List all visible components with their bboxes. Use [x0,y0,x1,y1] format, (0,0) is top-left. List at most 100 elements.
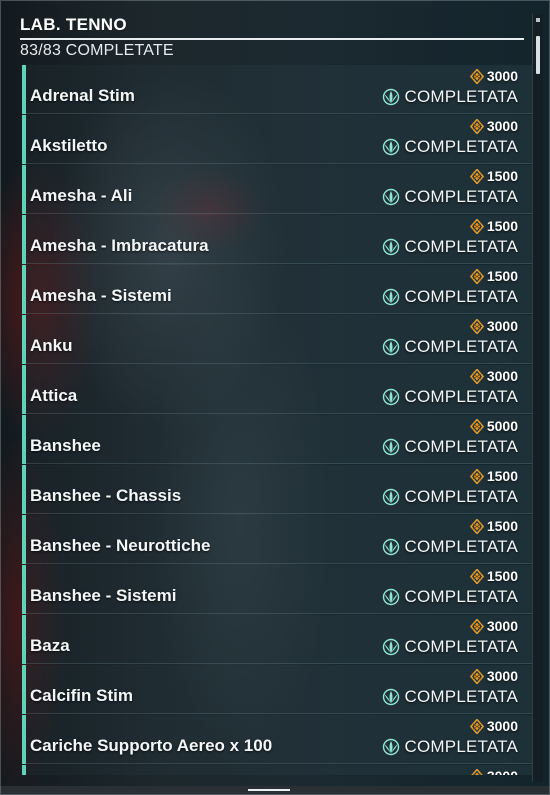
item-status: COMPLETATA [381,237,518,257]
item-name: Amesha - Imbracatura [30,236,209,255]
item-name: Amesha - Sistemi [30,286,172,305]
list-item[interactable]: Baza 3000 COMPLETATA [22,615,532,664]
item-name: Banshee - Neurottiche [30,536,211,555]
status-label: COMPLETATA [404,537,518,556]
item-name: Banshee [30,436,101,455]
item-cost: 3000 [469,318,518,334]
clan-resource-icon [469,568,484,584]
item-name: Anku [30,336,73,355]
status-label: COMPLETATA [404,487,518,506]
item-status: COMPLETATA [381,537,518,557]
clan-resource-icon [469,418,484,434]
list-item[interactable]: Amesha - Sistemi 1500 COMPLETATA [22,265,532,314]
item-cost: 1500 [469,468,518,484]
clan-resource-icon [469,268,484,284]
list-item[interactable]: Banshee - Sistemi 1500 COMPLETATA [22,565,532,614]
list-item[interactable]: Banshee 5000 COMPLETATA [22,415,532,464]
clan-resource-icon [469,618,484,634]
item-status: COMPLETATA [381,637,518,657]
lotus-emblem-icon [381,388,401,406]
clan-resource-icon [469,718,484,734]
status-label: COMPLETATA [404,387,518,406]
list-item[interactable]: Adrenal Stim 3000 COMPLETATA [22,65,532,114]
item-cost: 1500 [469,218,518,234]
status-label: COMPLETATA [404,587,518,606]
item-status: COMPLETATA [381,687,518,707]
scrollbar-thumb[interactable] [536,36,540,74]
item-cost: 3000 [469,618,518,634]
item-cost: 5000 [469,418,518,434]
completion-count: 83/83 COMPLETATE [20,42,174,59]
cost-value: 3000 [486,618,518,634]
lotus-emblem-icon [381,588,401,606]
list-item[interactable]: Calcifin Stim 3000 COMPLETATA [22,665,532,714]
lotus-emblem-icon [381,738,401,756]
item-cost: 3000 [469,368,518,384]
lotus-emblem-icon [381,438,401,456]
status-label: COMPLETATA [404,137,518,156]
item-status: COMPLETATA [381,337,518,357]
list-item[interactable]: Banshee - Neurottiche 1500 COMPLETATA [22,515,532,564]
clan-resource-icon [469,518,484,534]
item-cost: 3000 [469,68,518,84]
clan-resource-icon [469,68,484,84]
bottom-indicator [248,789,290,791]
list-item[interactable]: 3000 [22,765,532,775]
clan-resource-icon [469,368,484,384]
lotus-emblem-icon [381,338,401,356]
lotus-emblem-icon [381,288,401,306]
clan-resource-icon [470,768,484,775]
cost-value: 3000 [486,668,518,684]
cost-value: 1500 [486,168,518,184]
item-status: COMPLETATA [381,87,518,107]
status-label: COMPLETATA [404,437,518,456]
research-list[interactable]: Adrenal Stim 3000 COMPLETATA Akstiletto 3000… [22,65,532,775]
cost-value: 3000 [486,68,518,84]
cost-value: 1500 [486,568,518,584]
list-item[interactable]: Cariche Supporto Aereo x 100 3000 COMPLETA… [22,715,532,764]
lotus-emblem-icon [381,488,401,506]
item-cost: 1500 [469,568,518,584]
cost-value: 3000 [486,118,518,134]
list-item[interactable]: Banshee - Chassis 1500 COMPLETATA [22,465,532,514]
panel-header: LAB. TENNO 83/83 COMPLETATE [20,14,524,61]
scrollbar-top-marker [536,18,540,22]
lotus-emblem-icon [381,538,401,556]
item-name: Baza [30,636,70,655]
clan-resource-icon [469,668,484,684]
item-status: COMPLETATA [381,587,518,607]
cost-value: 3000 [487,768,518,775]
cost-value: 1500 [486,268,518,284]
status-label: COMPLETATA [404,287,518,306]
item-status: COMPLETATA [381,287,518,307]
item-status: COMPLETATA [381,187,518,207]
list-item[interactable]: Anku 3000 COMPLETATA [22,315,532,364]
list-item[interactable]: Attica 3000 COMPLETATA [22,365,532,414]
item-cost: 1500 [469,168,518,184]
status-label: COMPLETATA [404,87,518,106]
item-cost: 1500 [469,518,518,534]
item-status: COMPLETATA [381,437,518,457]
lotus-emblem-icon [381,688,401,706]
list-item[interactable]: Amesha - Ali 1500 COMPLETATA [22,165,532,214]
status-label: COMPLETATA [404,737,518,756]
item-cost: 3000 [469,718,518,734]
item-cost: 3000 [470,768,518,775]
status-label: COMPLETATA [404,187,518,206]
cost-value: 3000 [486,318,518,334]
scrollbar[interactable] [532,14,543,782]
lotus-emblem-icon [381,188,401,206]
lotus-emblem-icon [381,238,401,256]
list-item[interactable]: Akstiletto 3000 COMPLETATA [22,115,532,164]
cost-value: 1500 [486,218,518,234]
item-name: Amesha - Ali [30,186,133,205]
page-title: LAB. TENNO [20,14,524,40]
item-name: Banshee - Chassis [30,486,182,505]
cost-value: 3000 [486,718,518,734]
item-cost: 3000 [469,118,518,134]
item-name: Banshee - Sistemi [30,586,177,605]
lotus-emblem-icon [381,138,401,156]
item-name: Calcifin Stim [30,686,133,705]
list-item[interactable]: Amesha - Imbracatura 1500 COMPLETATA [22,215,532,264]
cost-value: 1500 [486,518,518,534]
